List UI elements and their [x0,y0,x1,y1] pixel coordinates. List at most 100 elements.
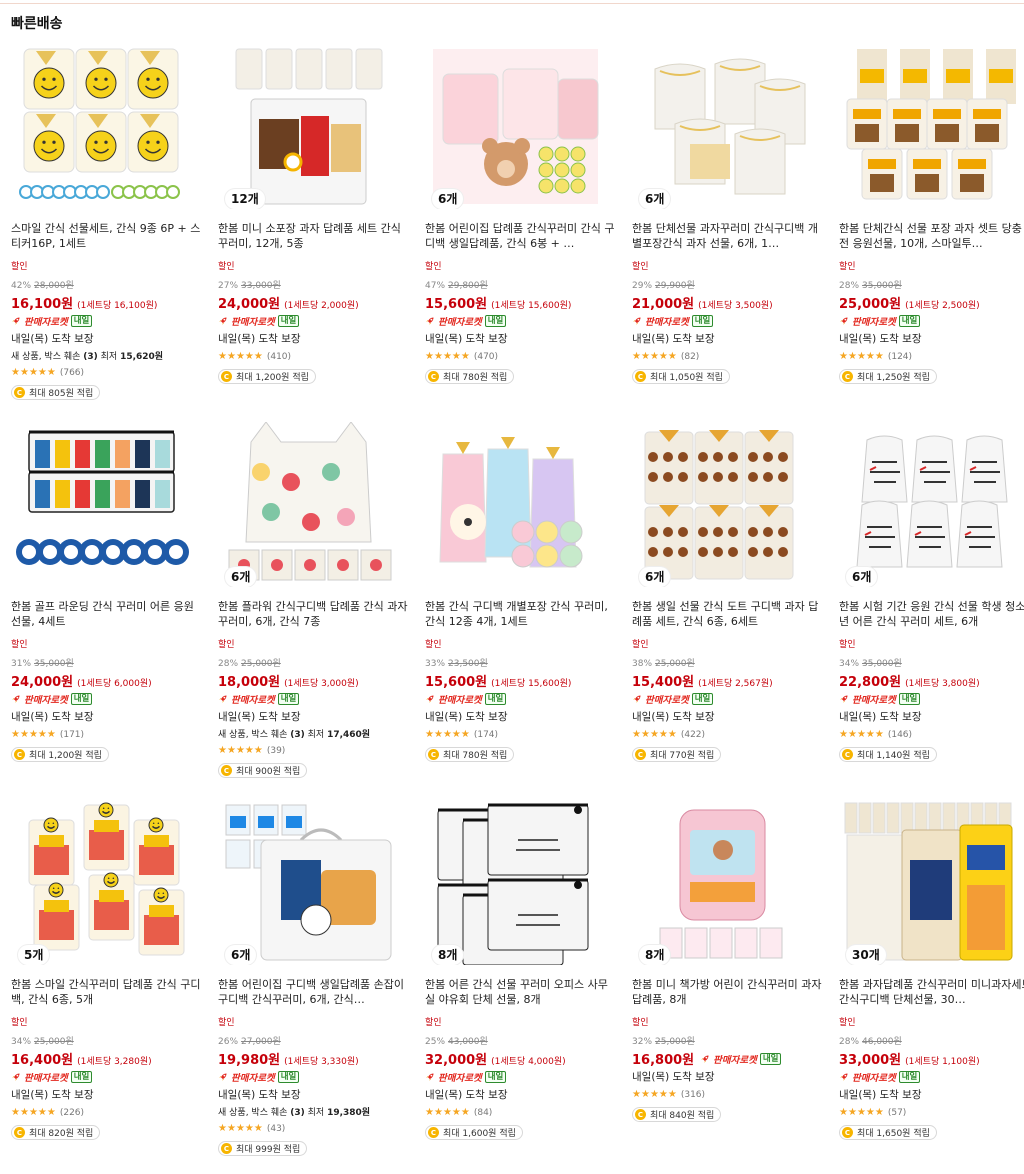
discount-rate: 28% [839,281,860,291]
star-icon: ★ [46,366,56,378]
product-name[interactable]: 한봄 어린이집 구디백 생일답례품 손잡이구디백 간식꾸러미, 6개, 간식… [218,977,411,1007]
star-icon: ★ [433,350,443,362]
product-card[interactable]: 한봄 골프 라운딩 간식 꾸러미 어른 응원 선물, 4세트 할인 31% 35,00… [4,422,211,800]
product-name[interactable]: 한봄 과자답례품 간식꾸러미 미니과자세트 간식구디백 단체선물, 30… [839,977,1024,1007]
product-name[interactable]: 한봄 어른 간식 선물 꾸러미 오피스 사무실 야유회 단체 선물, 8개 [425,977,618,1007]
product-image[interactable]: 30개 [842,800,1017,965]
product-image[interactable]: 8개 [428,800,603,965]
used-item-offer[interactable]: 새 상품, 박스 훼손 (3) 최저 15,620원 [11,349,204,362]
used-item-offer[interactable]: 새 상품, 박스 훼손 (3) 최저 17,460원 [218,727,411,740]
discount-row: 28% 35,000원 [839,278,1024,291]
seller-rocket-label: 판매자로켓 [231,316,275,328]
product-image[interactable]: 6개 [221,422,396,587]
product-card[interactable]: 6개한봄 생일 선물 간식 도트 구디백 과자 답례품 세트, 간식 6종, 6… [625,422,832,800]
product-image[interactable]: 6개 [635,44,810,209]
product-image[interactable]: 6개 [842,422,1017,587]
product-name[interactable]: 한봄 시험 기간 응원 간식 선물 학생 청소년 어른 간식 꾸러미 세트, 6… [839,599,1024,629]
delivery-guarantee: 내일(목) 도착 보장 [11,1089,94,1101]
product-card[interactable]: 8개 한봄 미니 책가방 어린이 간식꾸러미 과자답례품, 8개 할인 32% 25,0… [625,800,832,1174]
sale-label: 할인 [218,262,235,272]
rocket-icon [700,1049,710,1068]
rating: ★ ★ ★ ★ ★ (84) [425,1106,618,1119]
cash-reward-text: 최대 1,250원 적립 [857,373,930,383]
review-count: (39) [266,745,286,756]
cash-reward-text: 최대 1,600원 적립 [443,1129,516,1139]
product-image[interactable]: 5개 [14,800,189,965]
product-card[interactable]: 12개한봄 미니 소포장 과자 답례품 세트 간식 꾸러미, 12개, 5종할인… [211,44,418,422]
star-icon: ★ [19,728,29,740]
product-name[interactable]: 한봄 단체선물 과자꾸러미 간식구디백 개별포장간식 과자 선물, 6개, 1… [632,221,825,251]
product-card[interactable]: 30개한봄 과자답례품 간식꾸러미 미니과자세트 간식구디백 단체선물, 30…… [832,800,1024,1174]
star-icon: ★ [874,350,884,362]
product-card[interactable]: 8개 한봄 어른 간식 선물 꾸러미 오피스 사무실 야유회 단체 선물, 8개 할… [418,800,625,1174]
product-name[interactable]: 한봄 스마일 간식꾸러미 답례품 간식 구디백, 간식 6종, 5개 [11,977,204,1007]
star-rating: ★ ★ ★ ★ ★ [218,744,263,756]
product-image[interactable] [14,44,189,209]
product-name[interactable]: 한봄 플라워 간식구디백 답례품 간식 과자 꾸러미, 6개, 간식 7종 [218,599,411,629]
product-name[interactable]: 한봄 미니 책가방 어린이 간식꾸러미 과자답례품, 8개 [632,977,825,1007]
product-card[interactable]: 5개 한봄 스마일 간식꾸러미 답례품 간식 구디백, 간식 6종, 5개 할인 34… [4,800,211,1174]
product-card[interactable]: 6개한봄 시험 기간 응원 간식 선물 학생 청소년 어른 간식 꾸러미 세트,… [832,422,1024,800]
sale-price: 19,980원 [218,1053,281,1068]
sale-label: 할인 [425,640,442,650]
coin-icon: C [221,1143,232,1154]
sale-label: 할인 [632,1018,649,1028]
product-image[interactable]: 6개 [635,422,810,587]
product-image[interactable] [428,422,603,587]
unit-price: (1세트당 15,600원) [491,301,572,311]
discount-rate: 38% [632,659,653,669]
coin-icon: C [842,371,853,382]
product-card[interactable]: 스마일 간식 선물세트, 간식 9종 6P + 스티커16P, 1세트 할인 42%… [4,44,211,422]
coin-icon: C [14,1127,25,1138]
price-row: 15,600원 (1세트당 15,600원) [425,293,618,312]
original-price: 25,000원 [34,1037,74,1047]
product-card[interactable]: 한봄 간식 구디백 개별포장 간식 꾸러미, 간식 12종 4개, 1세트할인 3… [418,422,625,800]
sale-price: 16,400원 [11,1053,74,1068]
product-image[interactable] [842,44,1017,209]
discount-rate: 34% [839,659,860,669]
used-item-offer[interactable]: 새 상품, 박스 훼손 (3) 최저 19,380원 [218,1105,411,1118]
product-card[interactable]: 6개한봄 어린이집 구디백 생일답례품 손잡이구디백 간식꾸러미, 6개, 간식… [211,800,418,1174]
cash-reward-text: 최대 999원 적립 [236,1145,301,1155]
star-icon: ★ [11,1106,20,1118]
coin-icon: C [428,1127,439,1138]
product-name[interactable]: 한봄 간식 구디백 개별포장 간식 꾸러미, 간식 12종 4개, 1세트 [425,599,618,629]
sale-label: 할인 [11,262,28,272]
product-image[interactable] [14,422,189,587]
review-count: (171) [59,729,85,740]
product-card[interactable]: 6개 한봄 플라워 간식구디백 답례품 간식 과자 꾸러미, 6개, 간식 7종 할… [211,422,418,800]
star-icon: ★ [865,1106,875,1118]
discount-rate: 33% [425,659,446,669]
tomorrow-badge: 내일 [484,1070,507,1083]
price-row: 16,400원 (1세트당 3,280원) [11,1049,204,1068]
product-image[interactable]: 6개 [221,800,396,965]
price-row: 24,000원 (1세트당 2,000원) [218,293,411,312]
original-price: 25,000원 [241,659,281,669]
quantity-badge: 8개 [432,945,464,965]
product-image[interactable]: 12개 [221,44,396,209]
product-name[interactable]: 한봄 어린이집 답례품 간식꾸러미 간식 구디백 생일답례품, 간식 6봉 + … [425,221,618,251]
product-name[interactable]: 한봄 단체간식 선물 포장 과자 셋트 당충전 응원선물, 10개, 스마일투… [839,221,1024,251]
product-name[interactable]: 한봄 생일 선물 간식 도트 구디백 과자 답례품 세트, 간식 6종, 6세트 [632,599,825,629]
rocket-icon [425,689,435,708]
discount-row: 27% 33,000원 [218,278,411,291]
product-card[interactable]: 6개한봄 어린이집 답례품 간식꾸러미 간식 구디백 생일답례품, 간식 6봉 … [418,44,625,422]
used-item-min-label: 최저 [304,730,328,740]
seller-rocket-label: 판매자로켓 [24,1072,68,1084]
delivery-guarantee: 내일(목) 도착 보장 [425,333,508,345]
cash-reward-badge: C 최대 1,140원 적립 [839,747,937,762]
product-name[interactable]: 스마일 간식 선물세트, 간식 9종 6P + 스티커16P, 1세트 [11,221,204,251]
product-name[interactable]: 한봄 골프 라운딩 간식 꾸러미 어른 응원 선물, 4세트 [11,599,204,629]
review-count: (766) [59,367,85,378]
product-card[interactable]: 6개한봄 단체선물 과자꾸러미 간식구디백 개별포장간식 과자 선물, 6개, … [625,44,832,422]
product-image[interactable]: 8개 [635,800,810,965]
product-name[interactable]: 한봄 미니 소포장 과자 답례품 세트 간식 꾸러미, 12개, 5종 [218,221,411,251]
star-icon: ★ [253,744,263,756]
sale-price: 15,600원 [425,297,488,312]
rating: ★ ★ ★ ★ ★ (410) [218,350,411,363]
product-card[interactable]: 한봄 단체간식 선물 포장 과자 셋트 당충전 응원선물, 10개, 스마일투…… [832,44,1024,422]
star-icon: ★ [640,728,650,740]
star-icon: ★ [235,744,245,756]
product-image[interactable]: 6개 [428,44,603,209]
sale-label: 할인 [632,640,649,650]
